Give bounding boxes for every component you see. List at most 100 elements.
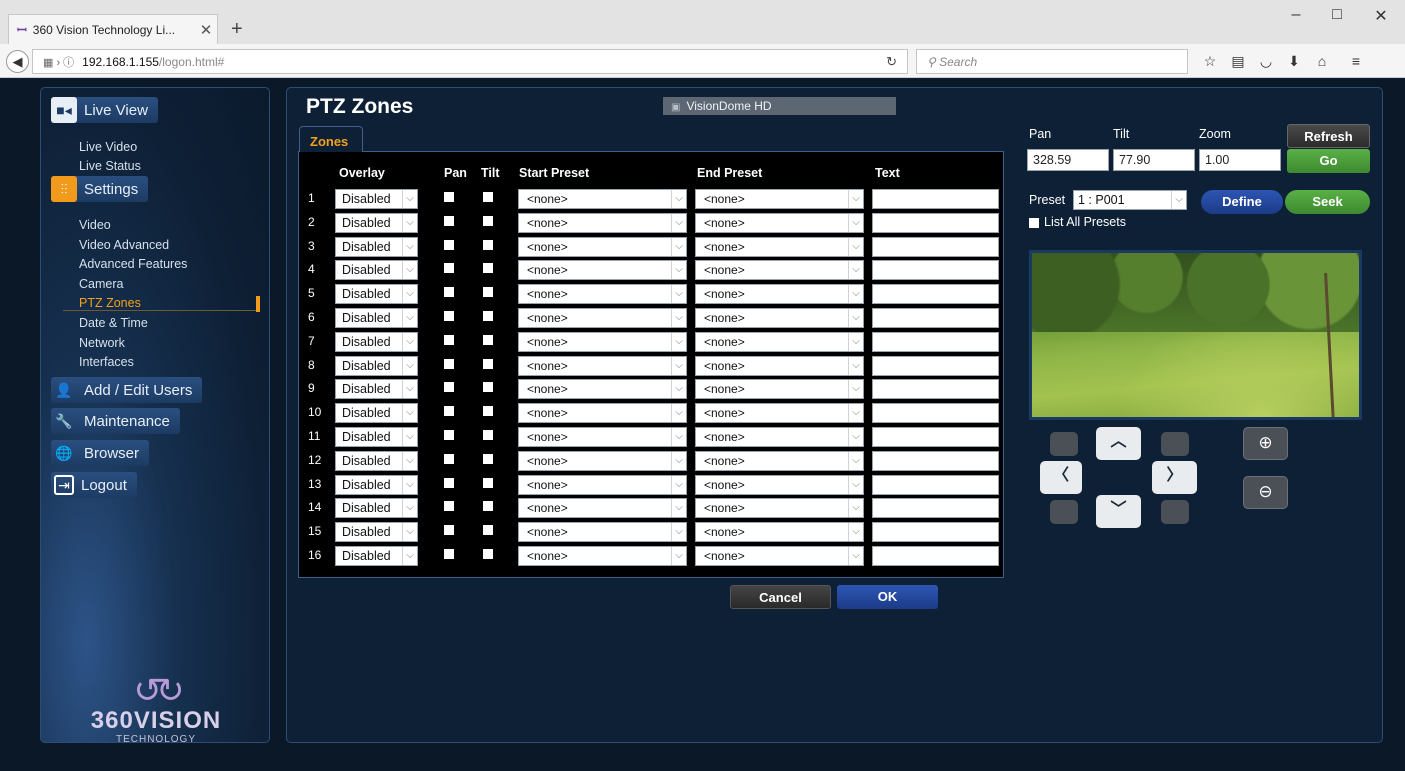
zone-text-input[interactable] <box>872 189 999 209</box>
pan-checkbox[interactable] <box>444 430 454 440</box>
overlay-select[interactable]: Disabled ⌵ <box>335 356 418 376</box>
start-preset-select[interactable]: <none> ⌵ <box>518 475 687 495</box>
overlay-select[interactable]: Disabled ⌵ <box>335 403 418 423</box>
start-preset-select[interactable]: <none> ⌵ <box>518 379 687 399</box>
overlay-select[interactable]: Disabled ⌵ <box>335 332 418 352</box>
start-preset-select[interactable]: <none> ⌵ <box>518 498 687 518</box>
tilt-checkbox[interactable] <box>483 406 493 416</box>
end-preset-select[interactable]: <none> ⌵ <box>695 260 864 280</box>
define-button[interactable]: Define <box>1201 190 1283 214</box>
zone-text-input[interactable] <box>872 356 999 376</box>
zone-text-input[interactable] <box>872 260 999 280</box>
pan-checkbox[interactable] <box>444 335 454 345</box>
sidebar-item-live-status[interactable]: Live Status <box>79 159 141 173</box>
sidebar-item-live-video[interactable]: Live Video <box>79 140 137 154</box>
overlay-select[interactable]: Disabled ⌵ <box>335 284 418 304</box>
window-maximize-icon[interactable]: □ <box>1322 6 1352 24</box>
ptz-down-button[interactable]: ﹀ <box>1096 495 1141 528</box>
pan-checkbox[interactable] <box>444 549 454 559</box>
end-preset-select[interactable]: <none> ⌵ <box>695 284 864 304</box>
nav-settings[interactable]: ⫶⫶ Settings <box>51 176 149 202</box>
overlay-select[interactable]: Disabled ⌵ <box>335 522 418 542</box>
overlay-select[interactable]: Disabled ⌵ <box>335 260 418 280</box>
tilt-checkbox[interactable] <box>483 240 493 250</box>
tilt-checkbox[interactable] <box>483 525 493 535</box>
end-preset-select[interactable]: <none> ⌵ <box>695 237 864 257</box>
pan-checkbox[interactable] <box>444 478 454 488</box>
go-button[interactable]: Go <box>1287 149 1370 173</box>
new-tab-icon[interactable]: + <box>231 18 243 41</box>
start-preset-select[interactable]: <none> ⌵ <box>518 522 687 542</box>
zone-text-input[interactable] <box>872 213 999 233</box>
sidebar-item-video-advanced[interactable]: Video Advanced <box>79 238 169 252</box>
start-preset-select[interactable]: <none> ⌵ <box>518 427 687 447</box>
pan-checkbox[interactable] <box>444 240 454 250</box>
start-preset-select[interactable]: <none> ⌵ <box>518 213 687 233</box>
end-preset-select[interactable]: <none> ⌵ <box>695 189 864 209</box>
zone-text-input[interactable] <box>872 237 999 257</box>
zoom-in-button[interactable]: ⊕ <box>1243 427 1288 460</box>
nav-logout[interactable]: ⇥ Logout <box>51 472 137 498</box>
overlay-select[interactable]: Disabled ⌵ <box>335 308 418 328</box>
tilt-checkbox[interactable] <box>483 287 493 297</box>
search-input[interactable]: ⚲ Search <box>916 49 1188 74</box>
tilt-checkbox[interactable] <box>483 501 493 511</box>
refresh-button[interactable]: Refresh <box>1287 124 1370 148</box>
overlay-select[interactable]: Disabled ⌵ <box>335 498 418 518</box>
pan-checkbox[interactable] <box>444 311 454 321</box>
tab-close-icon[interactable]: ✕ <box>195 21 217 39</box>
ptz-right-button[interactable]: 〉 <box>1152 461 1197 494</box>
start-preset-select[interactable]: <none> ⌵ <box>518 308 687 328</box>
pan-checkbox[interactable] <box>444 406 454 416</box>
start-preset-select[interactable]: <none> ⌵ <box>518 284 687 304</box>
sidebar-item-date-time[interactable]: Date & Time <box>79 316 148 330</box>
sidebar-item-video[interactable]: Video <box>79 218 111 232</box>
nav-add-edit-users[interactable]: 👤 Add / Edit Users <box>51 377 203 403</box>
browser-tab[interactable]: ꟷ 360 Vision Technology Li... ✕ <box>8 14 218 44</box>
zoom-field[interactable]: 1.00 <box>1199 149 1281 171</box>
pan-checkbox[interactable] <box>444 216 454 226</box>
nav-maintenance[interactable]: 🔧 Maintenance <box>51 408 180 434</box>
pan-checkbox[interactable] <box>444 525 454 535</box>
menu-icon[interactable]: ≡ <box>1344 53 1368 69</box>
seek-button[interactable]: Seek <box>1285 190 1370 214</box>
start-preset-select[interactable]: <none> ⌵ <box>518 189 687 209</box>
downloads-icon[interactable]: ⬇ <box>1282 53 1306 70</box>
zone-text-input[interactable] <box>872 308 999 328</box>
nav-browser[interactable]: 🌐 Browser <box>51 440 150 466</box>
sidebar-item-ptz-zones[interactable]: PTZ Zones <box>63 296 260 311</box>
overlay-select[interactable]: Disabled ⌵ <box>335 475 418 495</box>
nav-live-view[interactable]: ■◂ Live View <box>51 97 158 123</box>
start-preset-select[interactable]: <none> ⌵ <box>518 332 687 352</box>
ptz-left-button[interactable]: 〈 <box>1040 461 1082 494</box>
end-preset-select[interactable]: <none> ⌵ <box>695 451 864 471</box>
zone-text-input[interactable] <box>872 498 999 518</box>
tilt-checkbox[interactable] <box>483 549 493 559</box>
end-preset-select[interactable]: <none> ⌵ <box>695 546 864 566</box>
end-preset-select[interactable]: <none> ⌵ <box>695 498 864 518</box>
end-preset-select[interactable]: <none> ⌵ <box>695 427 864 447</box>
ptz-up-right-button[interactable] <box>1161 432 1189 456</box>
tilt-checkbox[interactable] <box>483 359 493 369</box>
cancel-button[interactable]: Cancel <box>730 585 831 609</box>
start-preset-select[interactable]: <none> ⌵ <box>518 260 687 280</box>
zone-text-input[interactable] <box>872 284 999 304</box>
tilt-checkbox[interactable] <box>483 263 493 273</box>
pan-checkbox[interactable] <box>444 501 454 511</box>
reload-icon[interactable]: ↻ <box>886 54 897 70</box>
end-preset-select[interactable]: <none> ⌵ <box>695 213 864 233</box>
zone-text-input[interactable] <box>872 403 999 423</box>
pan-checkbox[interactable] <box>444 287 454 297</box>
start-preset-select[interactable]: <none> ⌵ <box>518 403 687 423</box>
tab-zones[interactable]: Zones <box>299 126 363 152</box>
pan-checkbox[interactable] <box>444 263 454 273</box>
tilt-checkbox[interactable] <box>483 382 493 392</box>
end-preset-select[interactable]: <none> ⌵ <box>695 475 864 495</box>
overlay-select[interactable]: Disabled ⌵ <box>335 451 418 471</box>
start-preset-select[interactable]: <none> ⌵ <box>518 546 687 566</box>
tilt-checkbox[interactable] <box>483 430 493 440</box>
pan-checkbox[interactable] <box>444 359 454 369</box>
ptz-down-left-button[interactable] <box>1050 500 1078 524</box>
zone-text-input[interactable] <box>872 475 999 495</box>
ptz-up-button[interactable]: ︿ <box>1096 427 1141 460</box>
